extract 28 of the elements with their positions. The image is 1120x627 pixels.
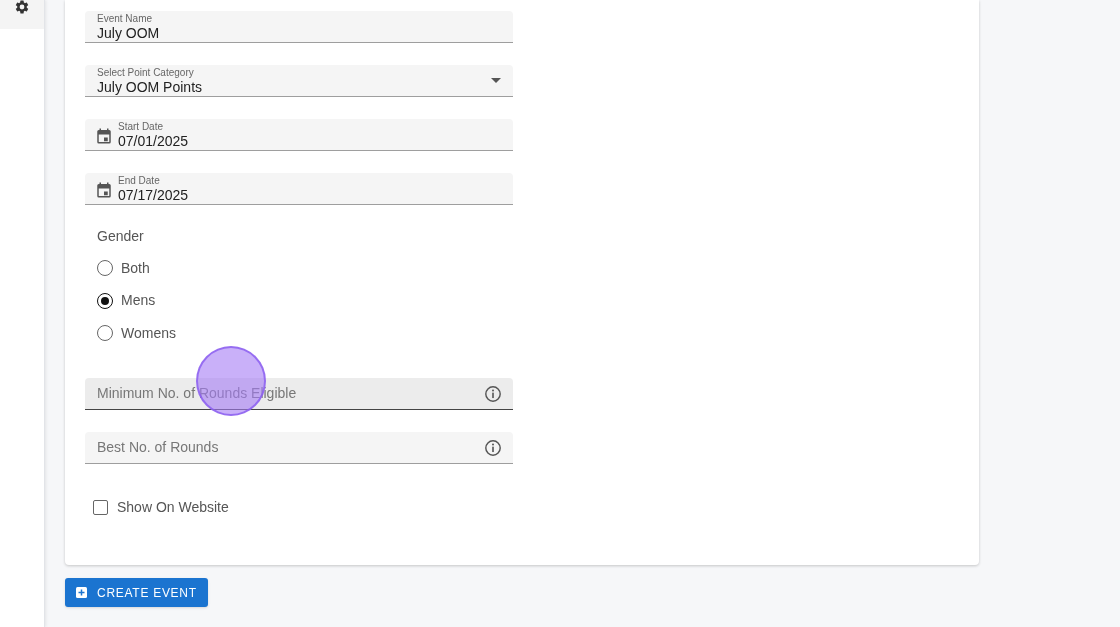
group-label: Gender — [97, 227, 145, 246]
field-value: July OOM — [97, 25, 161, 40]
calendar-icon — [95, 126, 113, 145]
field-value: 07/01/2025 — [118, 133, 190, 148]
checkbox[interactable] — [93, 499, 108, 515]
radio-label: Mens — [121, 291, 156, 310]
date-field[interactable]: Start Date 07/01/2025 — [85, 119, 513, 151]
field-label: End Date — [118, 175, 161, 186]
date-field[interactable]: End Date 07/17/2025 — [85, 173, 513, 205]
radio-label: Both — [121, 258, 150, 278]
field-value: July OOM Points — [97, 79, 204, 94]
field-label: Start Date — [118, 121, 165, 132]
field-label: Select Point Category — [97, 67, 195, 78]
field-value: 07/17/2025 — [118, 187, 190, 202]
settings-button[interactable] — [0, 0, 44, 29]
radio-label: Womens — [121, 323, 176, 343]
info-icon — [484, 384, 502, 403]
plus-icon — [76, 587, 87, 598]
input-field[interactable]: Best No. of Rounds — [85, 431, 513, 464]
settings-icon — [13, 0, 30, 15]
field-label: Event Name — [97, 13, 154, 24]
checkbox-label: Show On Website — [117, 499, 229, 515]
input-field[interactable]: Event Name July OOM — [85, 11, 513, 43]
info-icon — [484, 438, 502, 457]
calendar-icon — [95, 180, 113, 199]
caret-icon — [491, 78, 501, 83]
create-event-button[interactable]: CREATE EVENT — [65, 578, 208, 607]
select-field[interactable]: Select Point Category July OOM Points — [85, 65, 513, 97]
